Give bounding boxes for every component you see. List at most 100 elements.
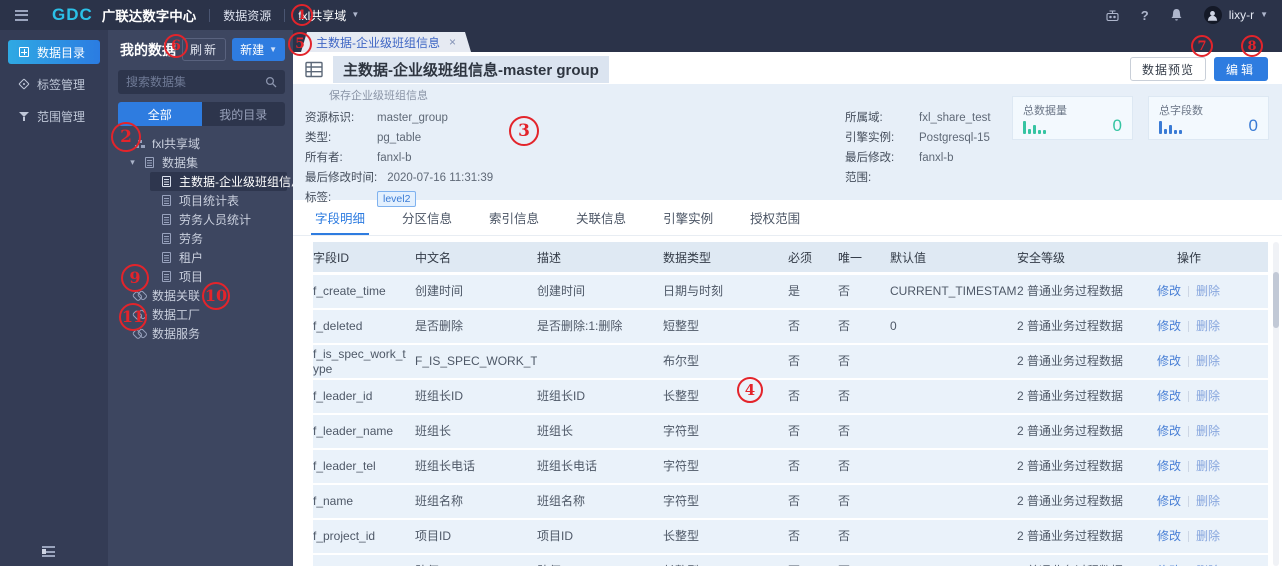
help-icon[interactable]: ? — [1141, 8, 1149, 23]
tree-item-label: 数据工厂 — [152, 308, 201, 322]
metadata-label: 所属域: — [845, 112, 883, 124]
metadata-row: 最后修改: fanxl-b — [845, 148, 991, 168]
cell-required: 否 — [788, 354, 801, 368]
menu-icon[interactable] — [15, 9, 28, 21]
cell-data-type: 日期与时刻 — [663, 284, 724, 298]
close-tab-icon[interactable]: × — [449, 35, 456, 49]
tree-item[interactable]: ▾ 数据工厂 — [108, 305, 293, 324]
table-header-cell: 默认值 — [890, 250, 927, 265]
collapse-sidebar-icon[interactable] — [42, 546, 55, 557]
user-menu[interactable]: lixy-r ▼ — [1203, 6, 1268, 24]
metadata-right-column: 所属域: fxl_share_test 引擎实例: Postgresql-15 … — [845, 108, 991, 208]
metadata-value: fxl_share_test — [919, 112, 991, 124]
metadata-value: 2020-07-16 11:31:39 — [387, 172, 494, 184]
sidebar-item[interactable]: 范围管理 — [8, 104, 100, 128]
cell-description: 班组长电话 — [537, 459, 598, 473]
edit-link[interactable]: 修改 — [1157, 284, 1181, 299]
cell-field-id: f_leader_name — [313, 424, 394, 438]
tree-item[interactable]: ▾ 主数据-企业级班组信息 — [150, 172, 293, 191]
edit-button[interactable]: 编辑 — [1213, 57, 1268, 81]
cell-name: 是否删除 — [415, 319, 464, 333]
document-tab[interactable]: 主数据-企业级班组信息 × — [301, 32, 471, 52]
detail-tab[interactable]: 字段明细 — [310, 200, 370, 235]
robot-icon[interactable] — [1105, 9, 1120, 22]
detail-tab[interactable]: 引擎实例 — [663, 200, 713, 235]
tree-item-icon — [160, 232, 173, 245]
cell-operations: 修改 删除 — [1157, 389, 1268, 404]
table-header-cell: 唯一 — [838, 250, 863, 265]
tree-item[interactable]: ▾ fxl共享域 — [108, 134, 293, 153]
filter-tab[interactable]: 全部 — [118, 102, 202, 126]
cell-operations: 修改 删除 — [1157, 459, 1268, 474]
stat-card-body: 0 — [1159, 117, 1258, 134]
product-title: 广联达数字中心 — [101, 9, 197, 24]
cell-data-type: 布尔型 — [663, 354, 700, 368]
detail-tab[interactable]: 索引信息 — [489, 200, 539, 235]
table-header-cell: 操作 — [1177, 250, 1202, 265]
cell-field-id: f_name — [313, 494, 354, 508]
gdc-logo: GDC — [52, 5, 93, 24]
metadata-label: 类型: — [305, 132, 332, 144]
domain-selector[interactable]: fxl共享域 ▼ — [298, 7, 359, 24]
cell-data-type: 长整型 — [663, 529, 700, 543]
cell-unique: 否 — [838, 284, 851, 298]
tree-item[interactable]: ▾ 数据服务 — [108, 324, 293, 343]
bell-icon[interactable] — [1170, 8, 1183, 22]
delete-link[interactable]: 删除 — [1196, 424, 1220, 439]
cell-description: 创建时间 — [537, 284, 586, 298]
data-preview-button[interactable]: 数据预览 — [1129, 57, 1206, 81]
tree-item[interactable]: ▾ 项目统计表 — [108, 191, 293, 210]
metadata-left-column: 资源标识: master_group 类型: pg_table 所有者: fan… — [305, 108, 845, 208]
menu-data-resource[interactable]: 数据资源 — [223, 7, 271, 24]
detail-tab[interactable]: 关联信息 — [576, 200, 626, 235]
create-button[interactable]: 新建 ▼ — [232, 38, 285, 61]
tree-item-label: 主数据-企业级班组信息 — [179, 175, 293, 189]
metadata-row: 类型: pg_table — [305, 128, 845, 148]
search-input[interactable] — [126, 75, 259, 89]
delete-link[interactable]: 删除 — [1196, 459, 1220, 474]
delete-link[interactable]: 删除 — [1196, 319, 1220, 334]
sidebar-item-label: 范围管理 — [37, 109, 86, 124]
table-header-cell: 必须 — [788, 250, 813, 265]
top-bar: GDC 广联达数字中心 数据资源 fxl共享域 ▼ ? lixy-r ▼ — [0, 0, 1282, 30]
tree-item-label: 数据集 — [162, 156, 199, 170]
edit-link[interactable]: 修改 — [1157, 494, 1181, 509]
cell-operations: 修改 删除 — [1157, 354, 1268, 369]
delete-link[interactable]: 删除 — [1196, 354, 1220, 369]
caret-down-icon: ▼ — [269, 44, 277, 54]
stat-card: 总字段数 0 — [1148, 96, 1269, 140]
tree-item[interactable]: ▾ 劳务 — [108, 229, 293, 248]
tree-item-icon — [160, 194, 173, 207]
cell-operations: 修改 删除 — [1157, 424, 1268, 439]
refresh-button[interactable]: 刷新 — [182, 38, 227, 61]
tree-item[interactable]: ▾ 项目 — [108, 267, 293, 286]
detail-tab[interactable]: 授权范围 — [750, 200, 800, 235]
filter-tab[interactable]: 我的目录 — [202, 102, 286, 126]
sidebar-item[interactable]: 数据目录 — [8, 40, 100, 64]
edit-link[interactable]: 修改 — [1157, 459, 1181, 474]
metadata-row: 所属域: fxl_share_test — [845, 108, 991, 128]
edit-link[interactable]: 修改 — [1157, 319, 1181, 334]
op-divider — [1188, 426, 1190, 437]
cell-name: F_IS_SPEC_WORK_TYPE — [415, 354, 537, 368]
delete-link[interactable]: 删除 — [1196, 284, 1220, 299]
dataset-detail: 主数据-企业级班组信息-master group 数据预览 编辑 保存企业级班组… — [293, 52, 1282, 566]
edit-link[interactable]: 修改 — [1157, 529, 1181, 544]
tree-item[interactable]: ▾ 数据关联 — [108, 286, 293, 305]
table-header-cell: 描述 — [537, 250, 562, 265]
caret-down-icon[interactable]: ▾ — [128, 157, 137, 168]
tree-item-icon — [133, 137, 146, 150]
delete-link[interactable]: 删除 — [1196, 529, 1220, 544]
tree-item[interactable]: ▾ 劳务人员统计 — [108, 210, 293, 229]
sidebar-item[interactable]: 标签管理 — [8, 72, 100, 96]
delete-link[interactable]: 删除 — [1196, 494, 1220, 509]
edit-link[interactable]: 修改 — [1157, 424, 1181, 439]
edit-link[interactable]: 修改 — [1157, 354, 1181, 369]
scrollbar-thumb[interactable] — [1273, 272, 1279, 328]
edit-link[interactable]: 修改 — [1157, 389, 1181, 404]
delete-link[interactable]: 删除 — [1196, 389, 1220, 404]
search-icon[interactable] — [265, 76, 277, 88]
tree-item[interactable]: ▾ 租户 — [108, 248, 293, 267]
tree-item[interactable]: ▾ 数据集 — [108, 153, 293, 172]
detail-tab[interactable]: 分区信息 — [402, 200, 452, 235]
